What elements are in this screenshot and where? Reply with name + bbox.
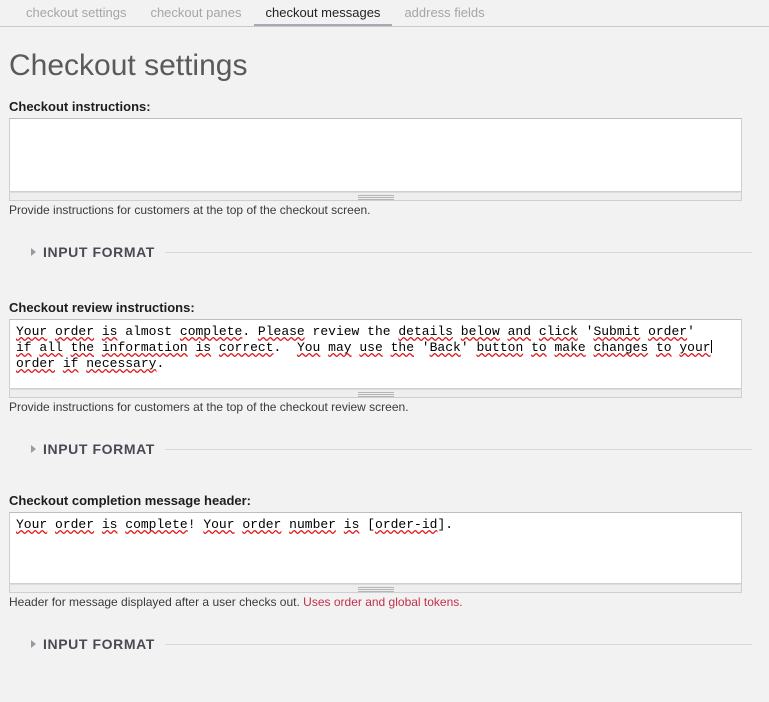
page-title: Checkout settings	[9, 49, 248, 82]
input-format-fieldset-2: INPUT FORMAT	[9, 437, 760, 463]
checkout-instructions-description: Provide instructions for customers at th…	[9, 203, 371, 217]
checkout-instructions-label: Checkout instructions:	[9, 99, 151, 114]
chevron-right-icon	[31, 445, 36, 453]
checkout-instructions-resize-grippie[interactable]	[9, 192, 742, 201]
checkout-review-instructions-textarea-wrapper[interactable]: Your order is almost complete. Please re…	[9, 319, 742, 389]
input-format-fieldset-1: INPUT FORMAT	[9, 240, 760, 266]
input-format-legend-3[interactable]: INPUT FORMAT	[17, 632, 165, 656]
tab-item: checkout messages	[253, 0, 393, 26]
primary-tab-bar: checkout settings checkout panes checkou…	[0, 0, 769, 27]
tab-item: address fields	[392, 0, 496, 24]
page-content: Checkout settings Checkout instructions:…	[0, 49, 769, 658]
chevron-right-icon	[31, 640, 36, 648]
checkout-review-instructions-resize-grippie[interactable]	[9, 389, 742, 398]
tab-item: checkout panes	[138, 0, 253, 24]
tab-list: checkout settings checkout panes checkou…	[14, 0, 769, 26]
checkout-instructions-input[interactable]	[10, 119, 741, 191]
tab-checkout-settings[interactable]: checkout settings	[14, 0, 138, 24]
field-checkout-instructions: Checkout instructions: Provide instructi…	[9, 99, 760, 218]
description-text: Header for message displayed after a use…	[9, 595, 300, 609]
checkout-completion-message-header-description: Header for message displayed after a use…	[9, 595, 760, 610]
input-format-fieldset-3: INPUT FORMAT	[9, 632, 760, 658]
tab-checkout-messages[interactable]: checkout messages	[253, 0, 393, 26]
checkout-review-instructions-label: Checkout review instructions:	[9, 300, 195, 315]
input-format-legend-1[interactable]: INPUT FORMAT	[17, 240, 165, 264]
chevron-right-icon	[31, 248, 36, 256]
tokens-help-link[interactable]: Uses order and global tokens.	[303, 595, 462, 609]
input-format-legend-2[interactable]: INPUT FORMAT	[17, 437, 165, 461]
checkout-instructions-textarea-wrapper[interactable]	[9, 118, 742, 192]
input-format-legend-label: INPUT FORMAT	[43, 441, 155, 457]
checkout-review-instructions-description: Provide instructions for customers at th…	[9, 400, 409, 414]
tab-checkout-panes[interactable]: checkout panes	[138, 0, 253, 24]
field-checkout-review-instructions: Checkout review instructions: Your order…	[9, 300, 760, 415]
input-format-legend-label: INPUT FORMAT	[43, 244, 155, 260]
checkout-completion-message-header-textarea-wrapper[interactable]: Your order is complete! Your order numbe…	[9, 512, 742, 584]
checkout-completion-message-header-input[interactable]: Your order is complete! Your order numbe…	[10, 513, 741, 583]
tab-item: checkout settings	[14, 0, 138, 24]
checkout-completion-message-header-resize-grippie[interactable]	[9, 584, 742, 593]
tab-address-fields[interactable]: address fields	[392, 0, 496, 24]
field-checkout-completion-message-header: Checkout completion message header: Your…	[9, 493, 760, 610]
checkout-review-instructions-input[interactable]: Your order is almost complete. Please re…	[10, 320, 741, 388]
checkout-completion-message-header-label: Checkout completion message header:	[9, 493, 252, 508]
input-format-legend-label: INPUT FORMAT	[43, 636, 155, 652]
